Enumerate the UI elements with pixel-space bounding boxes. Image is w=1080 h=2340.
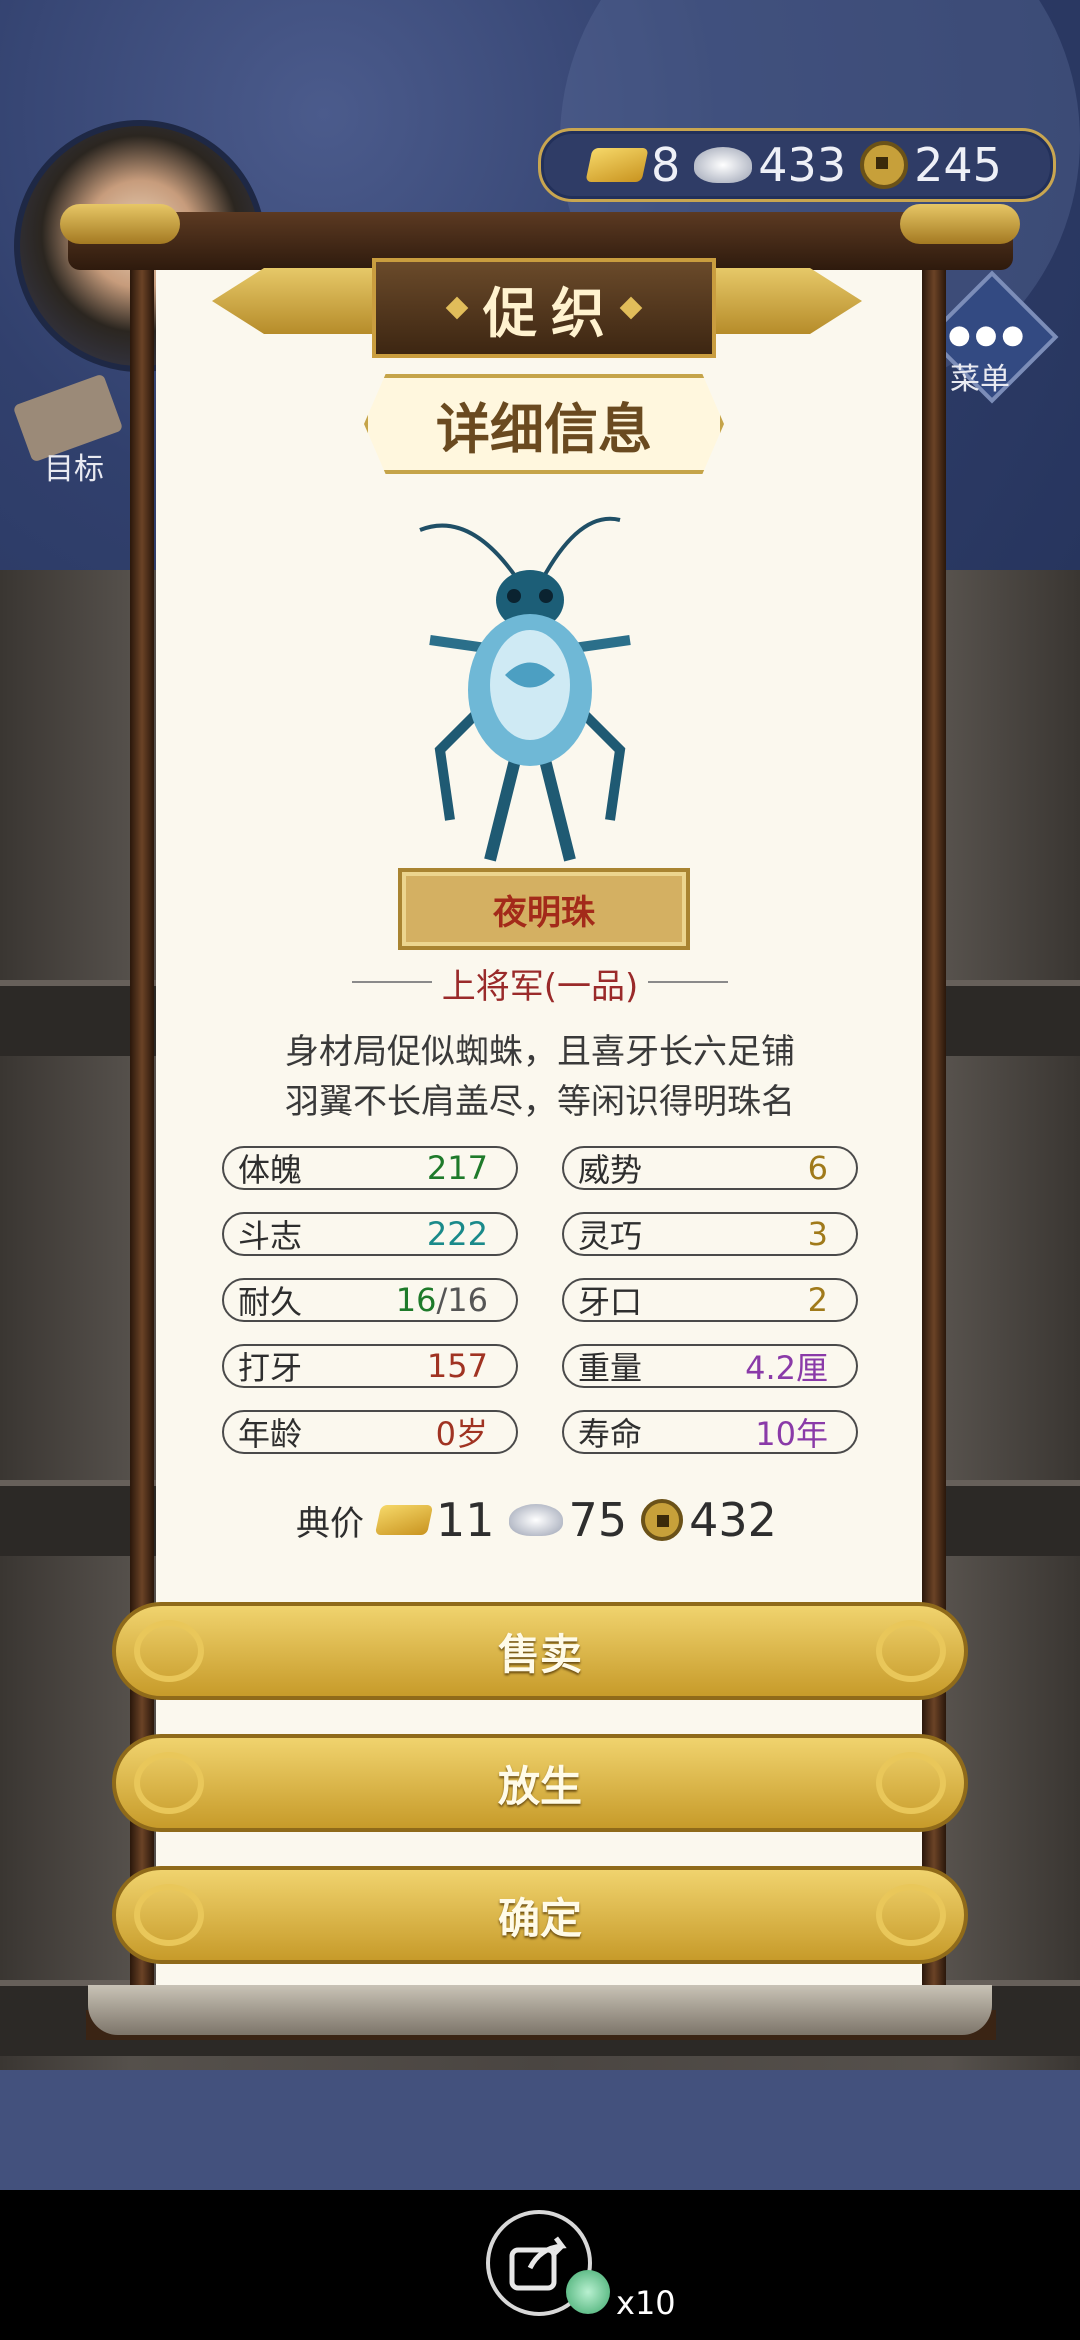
- stat-weight: 重量 4.2厘: [562, 1344, 858, 1388]
- stat-agility: 灵巧 3: [562, 1212, 858, 1256]
- stat-jaw: 牙口 2: [562, 1278, 858, 1322]
- menu-dots-icon: ●●●: [948, 320, 1029, 350]
- price-label: 典价: [296, 1503, 364, 1544]
- diamond-icon: [619, 296, 643, 320]
- price-gold: 11: [436, 1493, 495, 1547]
- stat-value: 3: [807, 1215, 828, 1253]
- stat-physique: 体魄 217: [222, 1146, 518, 1190]
- stat-value: 2: [807, 1281, 828, 1319]
- stat-label: 斗志: [238, 1217, 303, 1255]
- insect-name: 夜明珠: [493, 892, 595, 933]
- stat-lifespan: 寿命 10年: [562, 1410, 858, 1454]
- stat-value: 6: [807, 1149, 828, 1187]
- background-bottom: [0, 2070, 1080, 2190]
- stat-age: 年龄 0岁: [222, 1410, 518, 1454]
- stat-value-max: /16: [436, 1281, 489, 1319]
- stat-label: 重量: [578, 1349, 643, 1387]
- pawn-price: 典价 11 75 432: [296, 1490, 777, 1550]
- stat-value: 4.2厘: [745, 1349, 828, 1387]
- diamond-icon: [445, 296, 469, 320]
- silver-ingot-icon: [694, 147, 753, 183]
- copper-coin-icon: [860, 141, 909, 189]
- confirm-button[interactable]: 确定: [112, 1866, 968, 1964]
- stat-label: 牙口: [578, 1283, 643, 1321]
- goal-label[interactable]: 目标: [44, 444, 104, 488]
- insect-rank-text: 上将军(一品): [441, 966, 639, 1007]
- scroll-cap-right: [900, 204, 1020, 244]
- insect-rank: 上将军(一品): [350, 958, 730, 1008]
- coin-amount: 245: [914, 138, 1002, 192]
- scroll-roller-bottom: [88, 1985, 992, 2035]
- price-coin: 432: [689, 1493, 777, 1547]
- stat-value: 10年: [755, 1415, 828, 1453]
- stat-label: 灵巧: [578, 1217, 643, 1255]
- stat-value: 217: [426, 1149, 488, 1187]
- currency-bar: 8 433 245: [538, 128, 1056, 202]
- description-line: 羽翼不长肩盖尽，等闲识得明珠名: [285, 1082, 795, 1122]
- gold-amount: 8: [651, 138, 681, 192]
- stat-prestige: 威势 6: [562, 1146, 858, 1190]
- subtitle-plaque: 详细信息: [364, 374, 724, 474]
- stat-label: 寿命: [578, 1415, 643, 1453]
- stat-value-current: 16: [395, 1281, 437, 1319]
- stat-fighting-spirit: 斗志 222: [222, 1212, 518, 1256]
- subtitle-text: 详细信息: [436, 397, 652, 461]
- stat-label: 年龄: [238, 1415, 303, 1453]
- panel-title: 促织: [372, 258, 716, 358]
- stat-label: 打牙: [238, 1349, 303, 1387]
- stat-bite: 打牙 157: [222, 1344, 518, 1388]
- stat-label: 耐久: [238, 1283, 303, 1321]
- stat-value: 0岁: [435, 1415, 488, 1453]
- menu-label[interactable]: 菜单: [950, 354, 1010, 398]
- scroll-cap-left: [60, 204, 180, 244]
- share-reward-count: x10: [616, 2284, 676, 2322]
- stat-label: 威势: [578, 1151, 643, 1189]
- insect-name-plate: 夜明珠: [398, 868, 690, 950]
- gold-ingot-icon: [374, 1505, 434, 1535]
- panel-title-text: 促织: [483, 281, 619, 345]
- stat-label: 体魄: [238, 1151, 303, 1189]
- stat-value: 157: [426, 1347, 488, 1385]
- sell-button[interactable]: 售卖: [112, 1602, 968, 1700]
- silver-ingot-icon: [508, 1504, 563, 1536]
- stat-value: 16/16: [396, 1281, 488, 1319]
- stat-value: 222: [426, 1215, 488, 1253]
- silver-amount: 433: [758, 138, 847, 192]
- cricket-illustration: [419, 516, 631, 862]
- stat-durability: 耐久 16/16: [222, 1278, 518, 1322]
- price-silver: 75: [568, 1493, 628, 1547]
- release-button[interactable]: 放生: [112, 1734, 968, 1832]
- copper-coin-icon: [641, 1499, 684, 1541]
- gold-ingot-icon: [585, 148, 649, 182]
- jade-token-icon: [566, 2270, 610, 2314]
- description-line: 身材局促似蜘蛛，且喜牙长六足铺: [285, 1032, 795, 1072]
